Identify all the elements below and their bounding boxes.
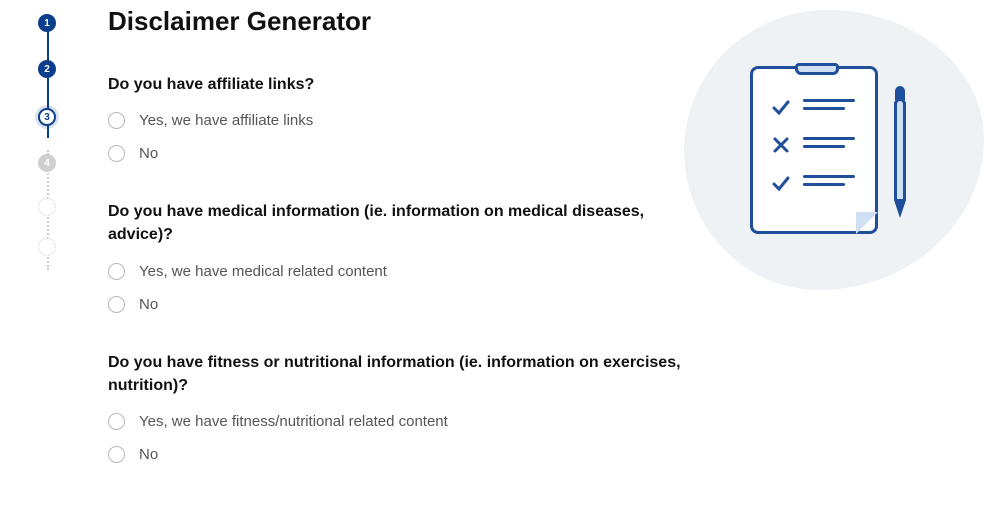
- checklist-row: [771, 135, 855, 155]
- form-main: Disclaimer Generator Do you have affilia…: [108, 6, 683, 501]
- option-label: No: [139, 446, 158, 463]
- step-number: 1: [44, 18, 50, 29]
- radio-icon: [108, 446, 125, 463]
- radio-icon: [108, 413, 125, 430]
- radio-icon: [108, 296, 125, 313]
- step-number: 3: [44, 112, 50, 123]
- check-icon: [771, 97, 791, 117]
- question-fitness: Do you have fitness or nutritional infor…: [108, 351, 683, 463]
- pen-icon: [890, 76, 910, 226]
- option-medical-no[interactable]: No: [108, 296, 683, 313]
- page-fold-icon: [856, 212, 878, 234]
- option-label: Yes, we have fitness/nutritional related…: [139, 413, 448, 430]
- question-medical: Do you have medical information (ie. inf…: [108, 200, 683, 312]
- step-ghost: [38, 238, 56, 256]
- question-label: Do you have fitness or nutritional infor…: [108, 351, 683, 397]
- option-affiliate-no[interactable]: No: [108, 145, 683, 162]
- clipboard-icon: [750, 66, 878, 234]
- question-label: Do you have medical information (ie. inf…: [108, 200, 683, 246]
- step-2[interactable]: 2: [38, 60, 56, 78]
- option-affiliate-yes[interactable]: Yes, we have affiliate links: [108, 112, 683, 129]
- option-medical-yes[interactable]: Yes, we have medical related content: [108, 263, 683, 280]
- radio-icon: [108, 112, 125, 129]
- step-number: 2: [44, 64, 50, 75]
- step-4: 4: [38, 154, 56, 172]
- page-title: Disclaimer Generator: [108, 6, 683, 37]
- cross-icon: [771, 135, 791, 155]
- radio-icon: [108, 145, 125, 162]
- option-fitness-no[interactable]: No: [108, 446, 683, 463]
- option-label: Yes, we have medical related content: [139, 263, 387, 280]
- step-3-current[interactable]: 3: [38, 108, 56, 126]
- clip-icon: [795, 63, 839, 75]
- text-lines-icon: [803, 99, 855, 115]
- option-label: No: [139, 145, 158, 162]
- checklist-row: [771, 173, 855, 193]
- radio-icon: [108, 263, 125, 280]
- question-label: Do you have affiliate links?: [108, 73, 683, 96]
- step-number: 4: [44, 158, 50, 169]
- checklist-row: [771, 97, 855, 117]
- step-ghost: [38, 198, 56, 216]
- option-label: Yes, we have affiliate links: [139, 112, 313, 129]
- step-1[interactable]: 1: [38, 14, 56, 32]
- check-icon: [771, 173, 791, 193]
- option-label: No: [139, 296, 158, 313]
- option-fitness-yes[interactable]: Yes, we have fitness/nutritional related…: [108, 413, 683, 430]
- text-lines-icon: [803, 137, 855, 153]
- clipboard-illustration: [684, 10, 984, 290]
- question-affiliate: Do you have affiliate links? Yes, we hav…: [108, 73, 683, 162]
- text-lines-icon: [803, 175, 855, 191]
